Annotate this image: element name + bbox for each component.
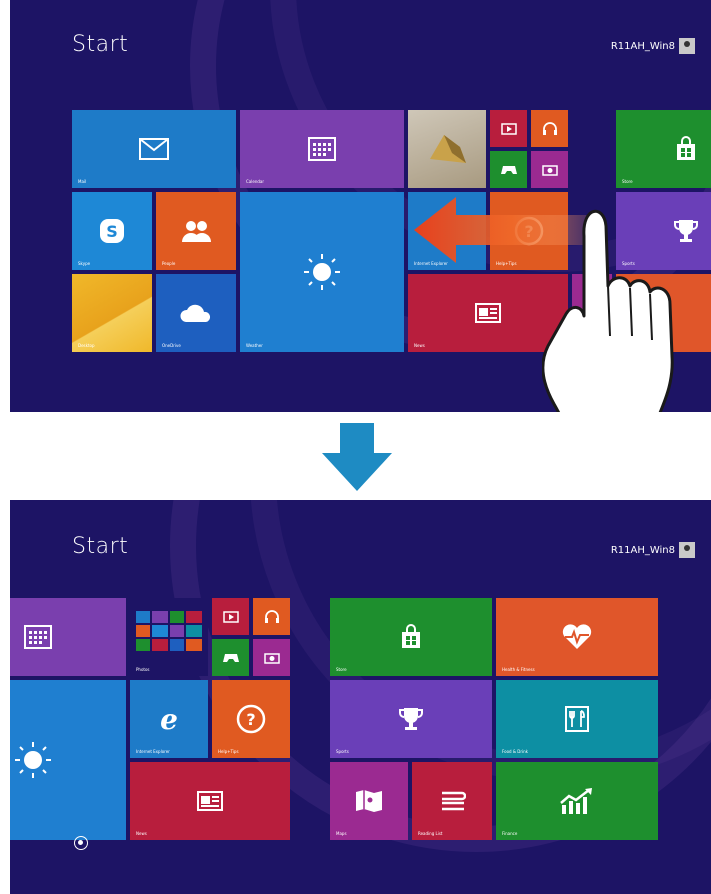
tile-games[interactable] <box>212 639 249 676</box>
tile-label: Health & Fitness <box>502 667 535 672</box>
video-icon <box>500 122 517 135</box>
svg-text:?: ? <box>246 710 255 729</box>
finance-icon <box>560 788 592 814</box>
news-icon <box>475 303 501 323</box>
tile-maps[interactable]: Maps <box>330 762 408 840</box>
tile-sports[interactable]: Sports <box>330 680 492 758</box>
trophy-icon <box>399 708 423 730</box>
tile-label: Maps <box>336 831 347 836</box>
tile-label: Mail <box>78 179 87 184</box>
weather-sun-icon <box>15 742 51 778</box>
user-avatar-icon <box>679 38 695 54</box>
tile-label: OneDrive <box>162 343 181 348</box>
tile-camera[interactable] <box>253 639 290 676</box>
heart-icon <box>562 624 592 649</box>
tile-finance[interactable]: Finance <box>496 762 658 840</box>
tile-mail[interactable]: Mail <box>72 110 236 188</box>
user-account[interactable]: R11AH_Win8 <box>611 542 695 558</box>
tile-label: Calendar <box>246 179 264 184</box>
help-icon: ? <box>236 704 266 734</box>
tile-label: Sports <box>336 749 349 754</box>
tile-label: Store <box>622 179 633 184</box>
tile-calendar[interactable]: Calendar <box>240 110 404 188</box>
tile-food-drink[interactable]: Food & Drink <box>496 680 658 758</box>
photos-collage-icon <box>136 611 202 651</box>
start-title: Start <box>72 32 129 57</box>
music-icon <box>264 609 279 623</box>
tile-music[interactable] <box>253 598 290 635</box>
store-icon <box>677 136 695 160</box>
tile-label: Photos <box>136 667 150 672</box>
start-title: Start <box>72 534 129 559</box>
tile-label: Help+Tips <box>218 749 239 754</box>
user-account[interactable]: R11AH_Win8 <box>611 38 695 54</box>
tile-reading-list[interactable]: Reading List <box>412 762 492 840</box>
all-apps-icon[interactable] <box>74 836 88 850</box>
tile-label: Reading List <box>418 831 443 836</box>
video-icon <box>222 610 239 623</box>
tile-label: Food & Drink <box>502 749 528 754</box>
games-icon <box>222 653 239 662</box>
tile-internet-explorer[interactable]: e Internet Explorer <box>130 680 208 758</box>
games-icon <box>500 165 517 174</box>
store-icon <box>402 624 420 648</box>
tile-news[interactable]: News <box>130 762 290 840</box>
camera-icon <box>541 164 558 176</box>
tile-label: News <box>136 831 147 836</box>
skype-icon: S <box>100 219 124 243</box>
tile-label: Skype <box>78 261 91 266</box>
tile-weather[interactable] <box>10 680 126 840</box>
tile-label: Finance <box>502 831 518 836</box>
tile-onedrive[interactable]: OneDrive <box>156 274 236 352</box>
weather-sun-icon <box>304 254 340 290</box>
reading-list-icon <box>442 791 466 811</box>
tile-label: People <box>162 261 176 266</box>
news-icon <box>197 791 223 811</box>
tile-health-fitness[interactable]: Health & Fitness <box>496 598 658 676</box>
tile-desktop[interactable]: Desktop <box>72 274 152 352</box>
user-avatar-icon <box>679 542 695 558</box>
tile-label: Internet Explorer <box>136 749 170 754</box>
food-icon <box>565 706 589 732</box>
tile-photo[interactable] <box>408 110 486 188</box>
tile-photos[interactable]: Photos <box>130 598 208 676</box>
calendar-icon <box>24 625 52 649</box>
tile-label: Store <box>336 667 347 672</box>
camera-icon <box>263 652 280 664</box>
tile-store[interactable]: Store <box>616 110 711 188</box>
photo-thumbnail-icon <box>430 135 466 163</box>
tile-people[interactable]: People <box>156 192 236 270</box>
down-arrow-icon <box>322 423 392 491</box>
start-screen-after: Start R11AH_Win8 Photos e Internet Explo… <box>10 500 711 894</box>
tile-camera[interactable] <box>531 151 568 188</box>
tile-video[interactable] <box>490 110 527 147</box>
svg-text:e: e <box>160 704 178 734</box>
mail-icon <box>139 138 169 160</box>
calendar-icon <box>308 137 336 161</box>
ie-icon: e <box>160 704 178 734</box>
onedrive-icon <box>180 304 211 322</box>
people-icon <box>182 221 211 242</box>
tile-store[interactable]: Store <box>330 598 492 676</box>
start-screen-before: Start R11AH_Win8 Mail Calendar S Skype P… <box>10 0 711 412</box>
tile-weather[interactable]: Weather <box>240 192 404 352</box>
tile-calendar[interactable] <box>10 598 126 676</box>
tile-label: Desktop <box>78 343 95 348</box>
tile-label: News <box>414 343 425 348</box>
tile-label: Weather <box>246 343 263 348</box>
maps-icon <box>356 790 382 812</box>
tile-video[interactable] <box>212 598 249 635</box>
tile-games[interactable] <box>490 151 527 188</box>
user-name: R11AH_Win8 <box>610 544 675 556</box>
tile-help-tips[interactable]: ? Help+Tips <box>212 680 290 758</box>
user-name: R11AH_Win8 <box>610 40 675 52</box>
tile-skype[interactable]: S Skype <box>72 192 152 270</box>
hand-gesture-icon <box>542 209 674 412</box>
svg-text:S: S <box>106 222 118 241</box>
music-icon <box>542 121 557 135</box>
tile-music[interactable] <box>531 110 568 147</box>
